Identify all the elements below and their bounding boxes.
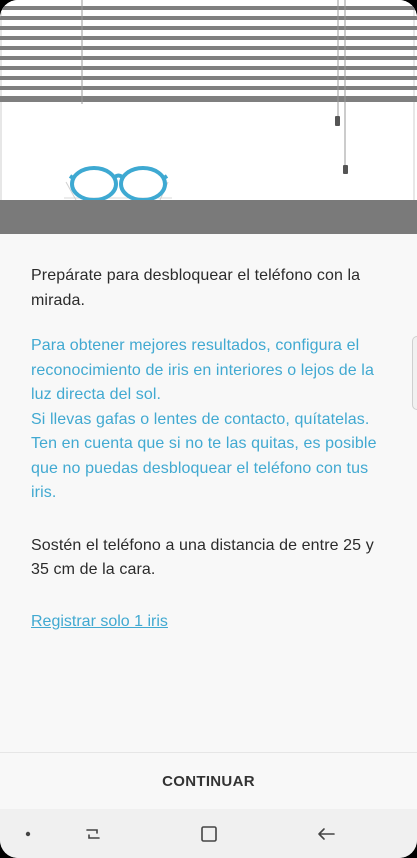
intro-text: Prepárate para desbloquear el teléfono c… [31,267,361,309]
dot-icon [20,809,36,858]
distance-text: Sostén el teléfono a una distancia de en… [31,536,374,579]
iris-setup-illustration [0,0,417,234]
iris-setup-screen: Prepárate para desbloquear el teléfono c… [0,0,417,858]
home-icon[interactable] [194,809,224,858]
register-one-iris-link[interactable]: Registrar solo 1 iris [31,613,168,631]
window-blinds-glasses-illustration [0,0,417,234]
navigation-bar [0,809,417,858]
scroll-indicator[interactable] [412,336,417,410]
recent-apps-icon[interactable] [78,809,108,858]
tip-glasses-text: Si llevas gafas o lentes de contacto, qu… [31,410,377,502]
continue-button[interactable]: CONTINUAR [0,753,417,809]
back-icon[interactable] [311,809,341,858]
tip-lighting-text: Para obtener mejores resultados, configu… [31,337,374,403]
instructions-content: Prepárate para desbloquear el teléfono c… [31,264,393,631]
